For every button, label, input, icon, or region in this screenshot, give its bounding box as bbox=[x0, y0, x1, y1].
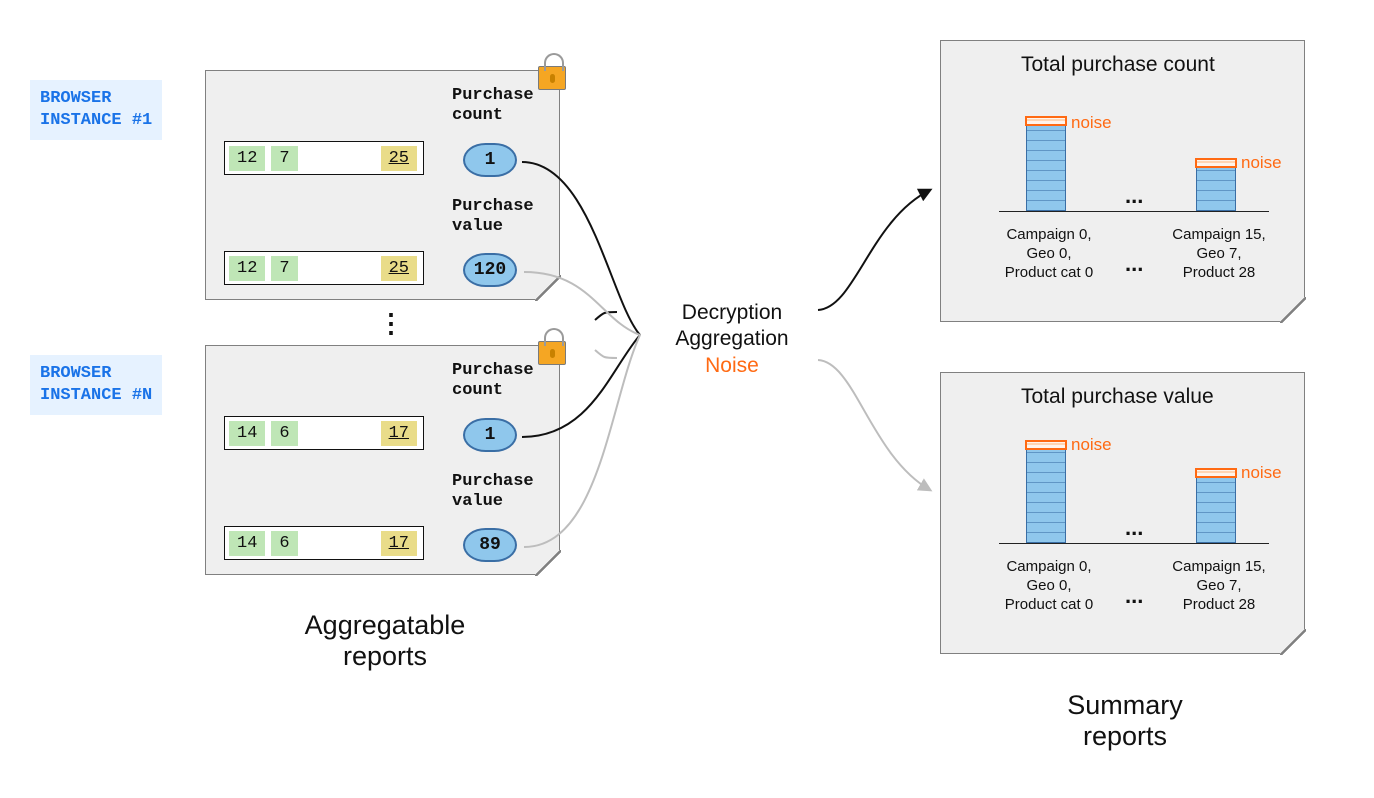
chart-key-right: Campaign 15,Geo 7,Product 28 bbox=[1159, 226, 1279, 282]
lock-icon bbox=[538, 66, 566, 90]
horizontal-ellipsis-icon: ... bbox=[1125, 251, 1143, 277]
key-part-geo: 6 bbox=[271, 421, 297, 446]
key-part-product: 25 bbox=[381, 256, 417, 281]
noise-label: noise bbox=[1071, 435, 1112, 455]
summary-card-count: Total purchase count noise noise ... Cam… bbox=[940, 40, 1305, 322]
process-noise: Noise bbox=[652, 353, 812, 379]
horizontal-ellipsis-icon: ... bbox=[1125, 183, 1143, 209]
aggregatable-card-n: 14 6 17 14 6 17 Purchasecount 1 Purchase… bbox=[205, 345, 560, 575]
chart-bar bbox=[1196, 165, 1236, 211]
aggregatable-reports-caption: Aggregatablereports bbox=[270, 610, 500, 672]
purchase-value-value: 89 bbox=[463, 528, 517, 562]
key-part-campaign: 12 bbox=[229, 146, 265, 171]
vertical-ellipsis-icon: ⋮ bbox=[378, 320, 404, 326]
chart-bar bbox=[1196, 475, 1236, 543]
key-part-product: 25 bbox=[381, 146, 417, 171]
key-part-product: 17 bbox=[381, 421, 417, 446]
summary-card-value: Total purchase value noise noise ... Cam… bbox=[940, 372, 1305, 654]
summary-reports-caption: Summaryreports bbox=[1020, 690, 1230, 752]
noise-label: noise bbox=[1071, 113, 1112, 133]
key-row: 12 7 25 bbox=[224, 141, 424, 175]
purchase-value-label: Purchasevalue bbox=[452, 197, 534, 236]
chart-bar-noise bbox=[1025, 440, 1067, 450]
process-aggregation: Aggregation bbox=[652, 326, 812, 352]
horizontal-ellipsis-icon: ... bbox=[1125, 515, 1143, 541]
chart-key-left: Campaign 0,Geo 0,Product cat 0 bbox=[989, 226, 1109, 282]
purchase-count-value: 1 bbox=[463, 143, 517, 177]
chart-key-left: Campaign 0,Geo 0,Product cat 0 bbox=[989, 558, 1109, 614]
purchase-value-value: 120 bbox=[463, 253, 517, 287]
chart-bar-noise bbox=[1195, 468, 1237, 478]
purchase-count-label: Purchasecount bbox=[452, 86, 534, 125]
key-part-geo: 6 bbox=[271, 531, 297, 556]
chart-bar-noise bbox=[1195, 158, 1237, 168]
horizontal-ellipsis-icon: ... bbox=[1125, 583, 1143, 609]
chart-key-right: Campaign 15,Geo 7,Product 28 bbox=[1159, 558, 1279, 614]
key-row: 14 6 17 bbox=[224, 526, 424, 560]
key-row: 14 6 17 bbox=[224, 416, 424, 450]
chart-bar bbox=[1026, 123, 1066, 211]
key-part-campaign: 14 bbox=[229, 531, 265, 556]
lock-icon bbox=[538, 341, 566, 365]
browser-tag-n: BROWSERINSTANCE #N bbox=[30, 355, 162, 415]
noise-label: noise bbox=[1241, 463, 1282, 483]
browser-tag-1: BROWSERINSTANCE #1 bbox=[30, 80, 162, 140]
key-part-campaign: 14 bbox=[229, 421, 265, 446]
purchase-value-label: Purchasevalue bbox=[452, 472, 534, 511]
key-part-geo: 7 bbox=[271, 256, 297, 281]
key-part-geo: 7 bbox=[271, 146, 297, 171]
summary-title: Total purchase value bbox=[1021, 385, 1214, 409]
process-labels: Decryption Aggregation Noise bbox=[652, 300, 812, 379]
summary-title: Total purchase count bbox=[1021, 53, 1215, 77]
aggregatable-card-1: 12 7 25 12 7 25 Purchasecount 1 Purchase… bbox=[205, 70, 560, 300]
process-decryption: Decryption bbox=[652, 300, 812, 326]
purchase-count-label: Purchasecount bbox=[452, 361, 534, 400]
key-row: 12 7 25 bbox=[224, 251, 424, 285]
key-part-product: 17 bbox=[381, 531, 417, 556]
key-part-campaign: 12 bbox=[229, 256, 265, 281]
chart-bar-noise bbox=[1025, 116, 1067, 126]
purchase-count-value: 1 bbox=[463, 418, 517, 452]
chart-bar bbox=[1026, 447, 1066, 543]
noise-label: noise bbox=[1241, 153, 1282, 173]
